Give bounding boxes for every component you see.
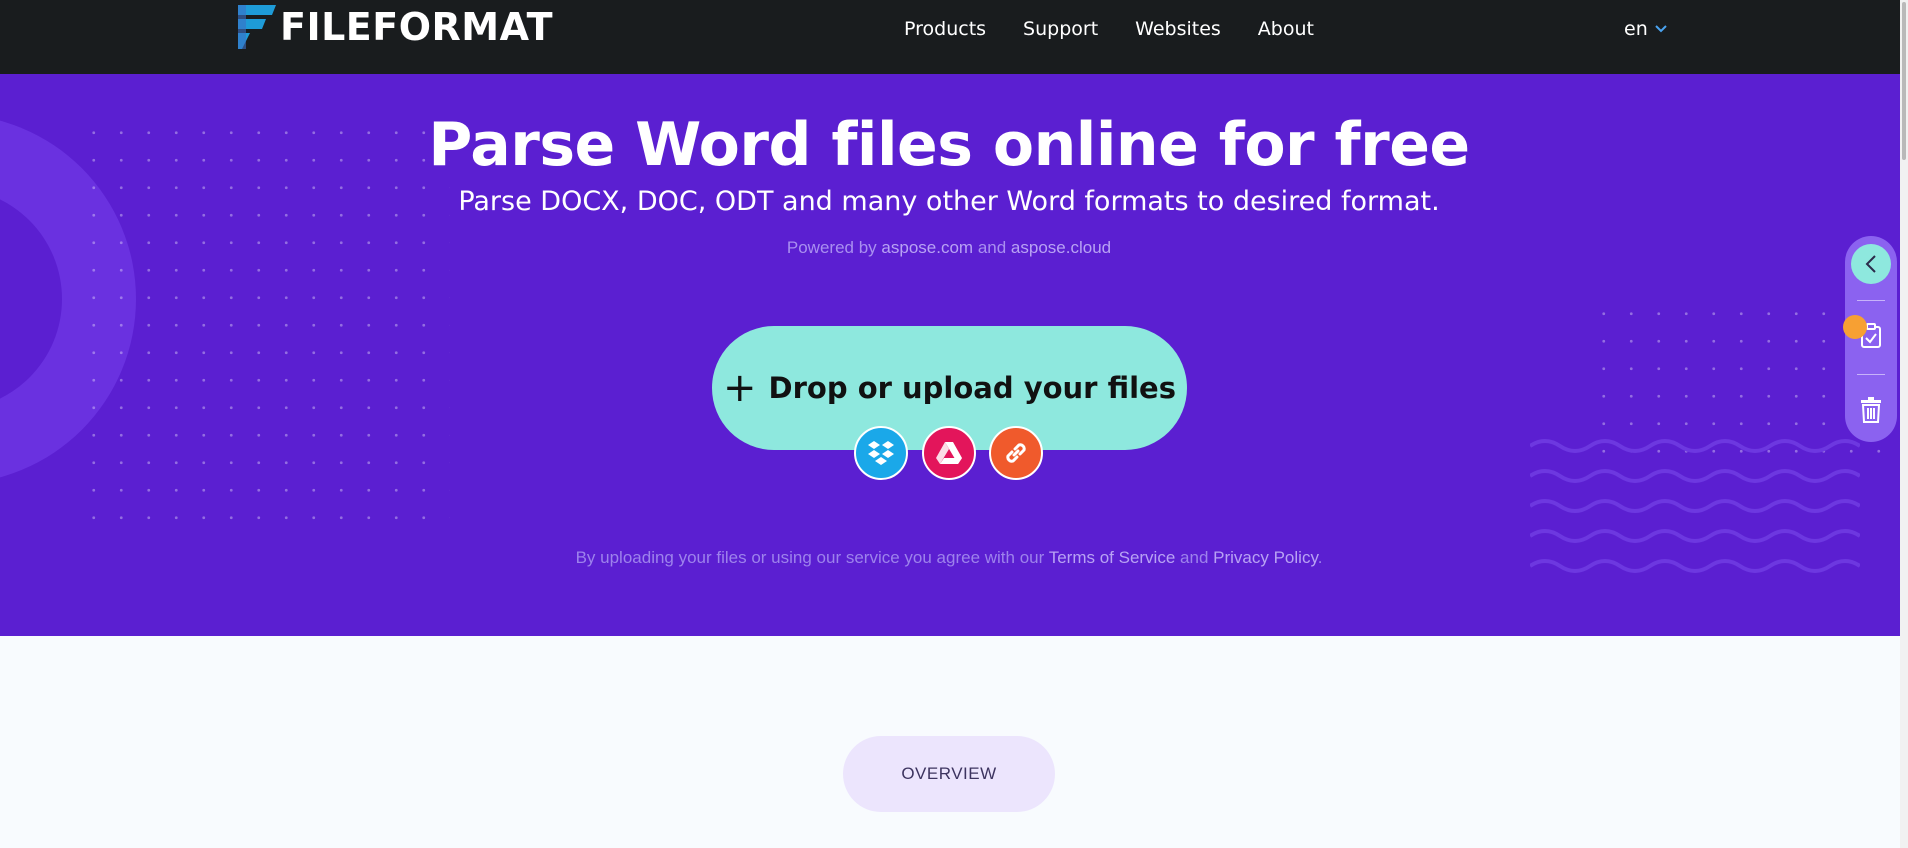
toolbar-divider (1857, 300, 1885, 301)
top-navigation-bar: FILEFORMAT Products Support Websites Abo… (0, 0, 1908, 74)
terms-text: By uploading your files or using our ser… (0, 548, 1898, 568)
decorative-dot-grid-left (80, 119, 450, 539)
scrollbar-thumb[interactable] (1902, 2, 1906, 160)
page-title: Parse Word files online for free (428, 110, 1470, 180)
dropbox-upload-button[interactable] (854, 426, 908, 480)
aspose-cloud-link[interactable]: aspose.cloud (1011, 238, 1111, 257)
side-toolbar (1845, 236, 1897, 442)
plus-icon: + (723, 365, 757, 411)
nav-item-about[interactable]: About (1258, 18, 1314, 40)
page-subtitle: Parse DOCX, DOC, ODT and many other Word… (458, 186, 1440, 217)
fileformat-logo[interactable]: FILEFORMAT (236, 4, 553, 50)
privacy-policy-link[interactable]: Privacy Policy (1213, 548, 1318, 567)
terms-and: and (1180, 548, 1209, 567)
overview-button[interactable]: OVERVIEW (843, 736, 1055, 812)
language-label: en (1624, 18, 1648, 40)
dropbox-icon (868, 441, 894, 465)
terms-suffix: . (1317, 548, 1323, 567)
powered-by-text: Powered by aspose.com and aspose.cloud (0, 238, 1898, 258)
notification-dot (1843, 315, 1867, 339)
trash-icon (1861, 397, 1881, 423)
chevron-left-icon (1865, 255, 1876, 273)
powered-and: and (977, 238, 1007, 257)
collapse-toolbar-button[interactable] (1851, 244, 1891, 284)
fileformat-logo-icon (238, 5, 276, 49)
logo-text: FILEFORMAT (280, 5, 553, 49)
url-upload-button[interactable] (989, 426, 1043, 480)
nav-item-websites[interactable]: Websites (1135, 18, 1221, 40)
powered-prefix: Powered by (786, 238, 877, 257)
terms-of-service-link[interactable]: Terms of Service (1049, 548, 1176, 567)
chevron-down-icon (1655, 25, 1667, 33)
toolbar-divider (1857, 374, 1885, 375)
link-icon (1006, 443, 1026, 463)
terms-prefix: By uploading your files or using our ser… (575, 548, 1045, 567)
language-selector[interactable]: en (1624, 18, 1668, 40)
nav-item-support[interactable]: Support (1023, 18, 1098, 40)
main-nav: Products Support Websites About (904, 18, 1351, 40)
hero-section: Parse Word files online for free Parse D… (0, 74, 1908, 636)
aspose-com-link[interactable]: aspose.com (881, 238, 973, 257)
google-drive-icon (936, 442, 962, 464)
nav-item-products[interactable]: Products (904, 18, 986, 40)
upload-label: Drop or upload your files (768, 371, 1176, 405)
google-drive-upload-button[interactable] (922, 426, 976, 480)
delete-button[interactable] (1857, 396, 1885, 424)
